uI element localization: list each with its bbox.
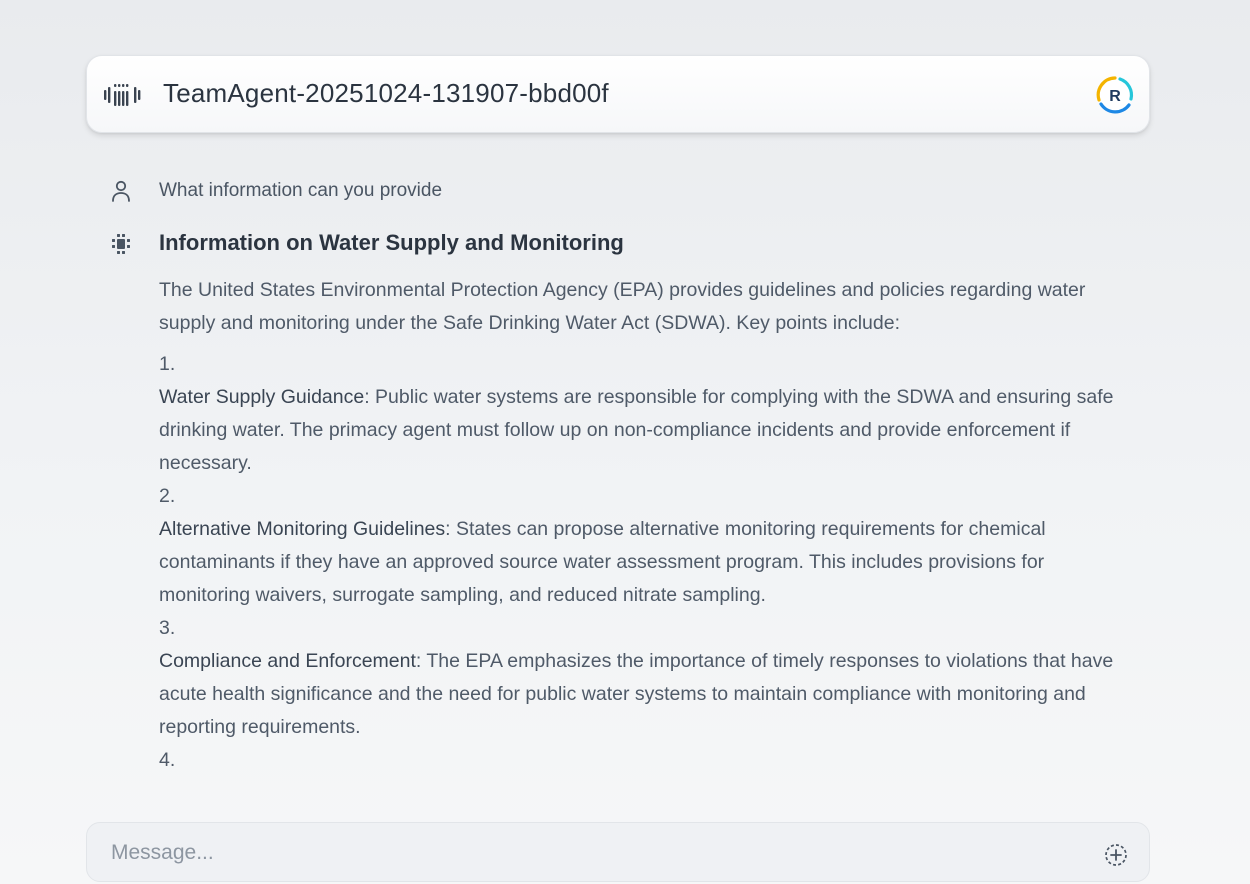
list-item-number: 2. [159,485,176,507]
list-item-number: 1. [159,353,176,375]
chat-header: TeamAgent-20251024-131907-bbd00f R [86,55,1150,133]
message-composer [86,822,1150,882]
list-item-label: Compliance and Enforcement [159,650,416,672]
answer-intro: The United States Environmental Protecti… [159,279,1086,334]
list-item-label: Water Supply Guidance [159,386,365,408]
plus-circle-icon[interactable] [1103,842,1129,868]
answer-body: The United States Environmental Protecti… [159,274,1134,777]
agent-title: TeamAgent-20251024-131907-bbd00f [163,78,609,108]
avatar-letter: R [1109,88,1121,105]
list-item-number: 4. [159,749,176,771]
assistant-icon [112,234,130,254]
list-item-label: Alternative Monitoring Guidelines [159,518,446,540]
list-item: Compliance and Enforcement: The EPA emph… [159,645,1134,744]
answer-title: Information on Water Supply and Monitori… [159,230,624,255]
message-input[interactable] [109,838,1073,868]
agent-logo-icon [104,84,141,106]
list-item: Alternative Monitoring Guidelines: State… [159,513,1134,612]
list-item: Water Supply Guidance: Public water syst… [159,381,1134,480]
list-item-number: 3. [159,617,176,639]
user-message: What information can you provide [159,180,443,201]
avatar[interactable]: R [1095,75,1135,115]
user-icon [112,180,130,202]
